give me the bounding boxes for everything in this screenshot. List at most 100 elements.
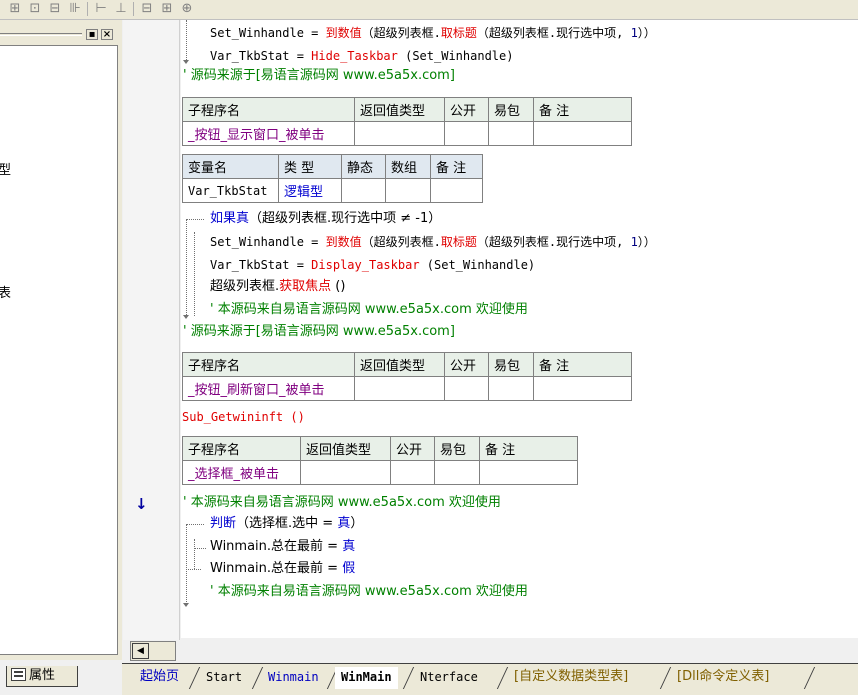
flow-guide [186,569,201,570]
tab-interface[interactable]: Nterface [414,667,484,689]
return-type-cell[interactable] [354,121,445,146]
public-cell[interactable] [444,121,489,146]
tab-start-page[interactable]: 起始页 [134,667,185,689]
code-editor[interactable]: Set_Winhandle = 到数值（超级列表框.取标题（超级列表框.现行选中… [181,20,858,638]
layout-icon[interactable]: ⊡ [26,0,44,17]
epackage-cell[interactable] [488,376,534,401]
tab-separator [803,667,816,689]
tab-winmain[interactable]: Winmain [262,667,325,689]
col-var-remark: 备 注 [430,154,483,179]
code-line[interactable]: Set_Winhandle = 到数值（超级列表框.取标题（超级列表框.现行选中… [210,234,656,250]
remark-cell[interactable] [479,460,578,485]
subroutine-header-table[interactable]: 子程序名 返回值类型 公开 易包 备 注 _按钮_显示窗口_被单击 [182,97,632,146]
code-comment[interactable]: ' 本源码来自易语言源码网 www.e5a5x.com 欢迎使用 [183,495,501,511]
flow-guide [194,548,206,549]
height-icon[interactable]: ⊞ [158,0,176,17]
subroutine-header-table[interactable]: 子程序名 返回值类型 公开 易包 备 注 _选择框_被单击 [182,436,578,485]
code-line[interactable]: Winmain.总在最前 = 假 [210,561,355,577]
align2-icon[interactable]: ⊥ [112,0,130,17]
flow-guide [186,20,187,60]
text-fragment: 型 [0,163,12,178]
col-remark: 备 注 [533,352,632,377]
tab-start[interactable]: Start [200,667,248,689]
col-remark: 备 注 [533,97,632,122]
tab-separator [659,667,672,689]
code-comment[interactable]: ' 源码来源于[易语言源码网 www.e5a5x.com] [183,324,455,340]
flow-guide [194,539,195,569]
panel-title-bar: ▪ × [0,26,120,40]
left-dock-panel: ▪ × 型 表 [0,20,122,660]
var-remark-cell[interactable] [430,178,483,203]
minimize-icon[interactable]: ▪ [86,29,98,40]
tab-separator [402,667,415,689]
tab-separator [188,667,201,689]
col-epackage: 易包 [434,436,480,461]
sub-name-cell[interactable]: _按钮_显示窗口_被单击 [182,121,355,146]
code-comment[interactable]: ' 本源码来自易语言源码网 www.e5a5x.com 欢迎使用 [210,584,528,600]
code-line[interactable]: 如果真（超级列表框.现行选中项 ≠ -1） [210,211,441,227]
flow-guide [186,524,204,525]
tab-dll-commands[interactable]: [Dll命令定义表] [671,667,775,689]
document-tab-bar: 起始页 Start Winmain WinMain Nterface [自定义数… [122,663,858,695]
panel-content: 型 表 [0,45,118,655]
return-type-cell[interactable] [354,376,445,401]
editor-gutter[interactable] [123,20,180,640]
col-epackage: 易包 [488,352,534,377]
epackage-cell[interactable] [488,121,534,146]
col-public: 公开 [444,352,489,377]
public-cell[interactable] [390,460,435,485]
static-cell[interactable] [341,178,386,203]
columns-icon[interactable]: ⊪ [66,0,84,17]
center-icon[interactable]: ⊕ [178,0,196,17]
subroutine-header-table[interactable]: 子程序名 返回值类型 公开 易包 备 注 _按钮_刷新窗口_被单击 [182,352,632,401]
public-cell[interactable] [444,376,489,401]
close-icon[interactable]: × [101,29,113,40]
align-icon[interactable]: ⊢ [92,0,110,17]
code-line[interactable]: Sub_Getwininft () [182,409,305,425]
properties-tab[interactable]: 属性 [6,666,78,687]
tab-winmain-active[interactable]: WinMain [335,667,398,689]
code-line[interactable]: Winmain.总在最前 = 真 [210,539,355,555]
code-line[interactable]: 超级列表框.获取焦点 () [210,279,345,295]
flow-guide [186,219,204,220]
var-name-cell[interactable]: Var_TkbStat [182,178,279,203]
col-static: 静态 [341,154,386,179]
tree-icon[interactable]: ⊟ [46,0,64,17]
col-array: 数组 [385,154,431,179]
toolbar: ⊞ ⊡ ⊟ ⊪ ⊢ ⊥ ⊟ ⊞ ⊕ [0,0,858,20]
remark-cell[interactable] [533,376,632,401]
col-remark: 备 注 [479,436,578,461]
col-epackage: 易包 [488,97,534,122]
tab-custom-data-types[interactable]: [自定义数据类型表] [508,667,634,689]
remark-cell[interactable] [533,121,632,146]
code-line[interactable]: Var_TkbStat = Hide_Taskbar (Set_Winhandl… [210,48,513,64]
code-comment[interactable]: ' 源码来源于[易语言源码网 www.e5a5x.com] [183,68,455,84]
flow-arrow-icon [183,603,189,607]
toolbar-separator [133,2,134,16]
flow-guide [194,232,195,316]
code-line[interactable]: Var_TkbStat = Display_Taskbar (Set_Winha… [210,257,535,273]
grip-line [0,33,82,36]
col-public: 公开 [444,97,489,122]
col-return-type: 返回值类型 [300,436,391,461]
width-icon[interactable]: ⊟ [138,0,156,17]
var-type-cell[interactable]: 逻辑型 [278,178,342,203]
col-public: 公开 [390,436,435,461]
sub-name-cell[interactable]: _按钮_刷新窗口_被单击 [182,376,355,401]
flow-arrow-icon [183,315,189,319]
array-cell[interactable] [385,178,431,203]
col-sub-name: 子程序名 [182,352,355,377]
epackage-cell[interactable] [434,460,480,485]
code-line[interactable]: Set_Winhandle = 到数值（超级列表框.取标题（超级列表框.现行选中… [210,25,656,41]
tab-separator [496,667,509,689]
variable-table[interactable]: 变量名 类 型 静态 数组 备 注 Var_TkbStat 逻辑型 [182,154,483,203]
col-sub-name: 子程序名 [182,436,301,461]
code-comment[interactable]: ' 本源码来自易语言源码网 www.e5a5x.com 欢迎使用 [210,302,528,318]
return-type-cell[interactable] [300,460,391,485]
code-line[interactable]: 判断（选择框.选中 = 真） [210,516,363,532]
sub-name-cell[interactable]: _选择框_被单击 [182,460,301,485]
grid-icon[interactable]: ⊞ [6,0,24,17]
scroll-left-icon[interactable]: ◀ [132,643,149,659]
col-var-name: 变量名 [182,154,279,179]
horizontal-scrollbar[interactable]: ◀ [130,641,176,661]
